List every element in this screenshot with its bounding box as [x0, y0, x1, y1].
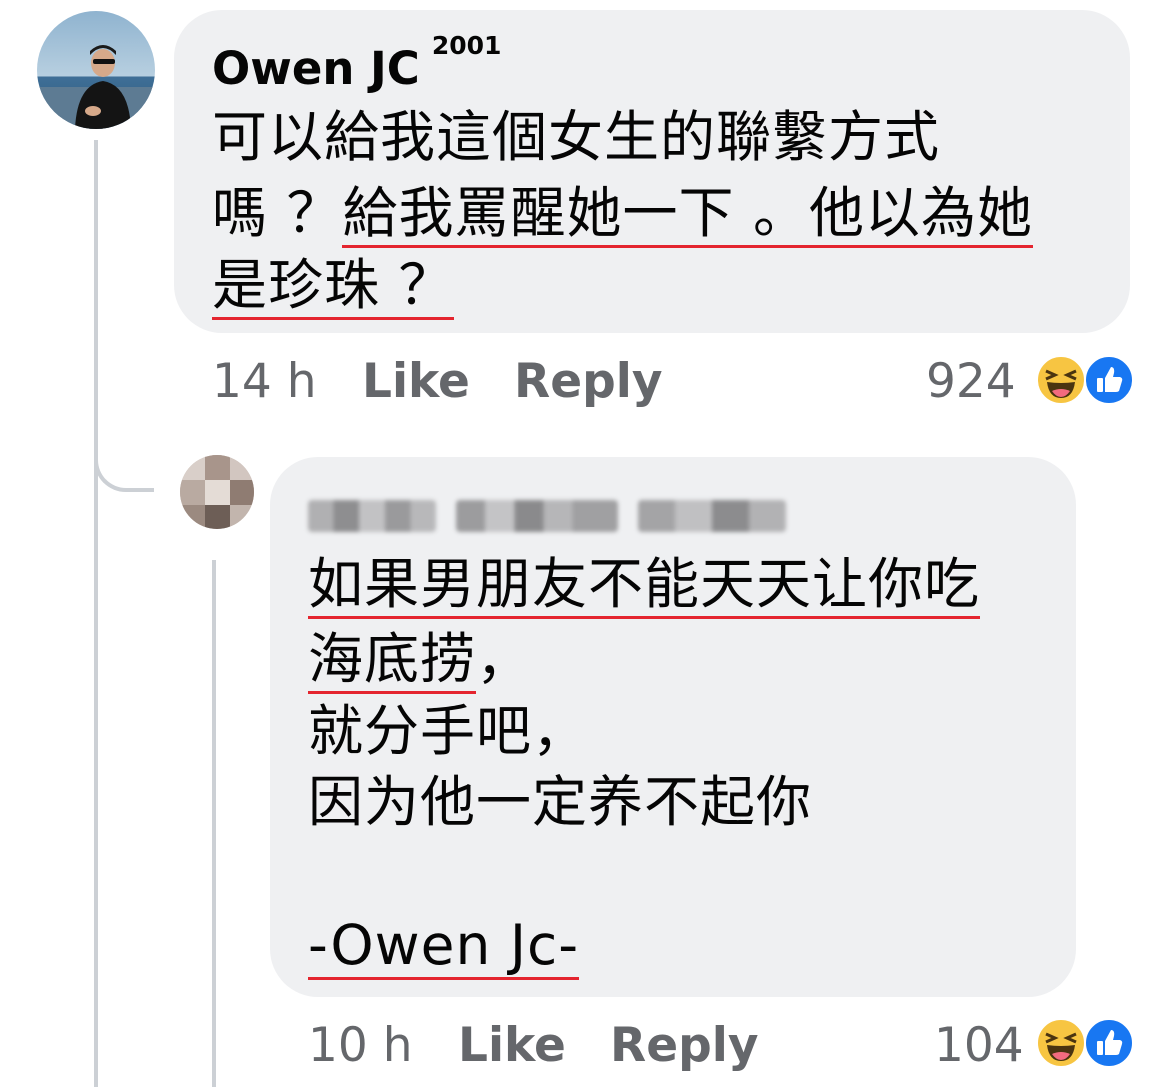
reply-timestamp[interactable]: 10 h: [308, 1022, 413, 1069]
comment-author[interactable]: Owen JC 2001: [212, 33, 501, 91]
avatar-photo: [37, 11, 155, 129]
thread-line-vertical: [94, 140, 98, 1087]
like-icon[interactable]: [1084, 1018, 1134, 1068]
comment-text-line-2: 嗎 ？給我罵醒她一下 。他以為她: [212, 186, 1033, 248]
reply-button[interactable]: Reply: [514, 358, 662, 405]
haha-icon[interactable]: [1036, 355, 1086, 405]
author-badge: 2001: [431, 31, 502, 60]
underlined-text: 是珍珠 ？: [212, 258, 455, 320]
author-name[interactable]: Owen JC: [212, 42, 420, 95]
thread-line-curve: [94, 440, 154, 492]
underlined-text: -Owen Jc-: [308, 918, 580, 980]
avatar[interactable]: [37, 11, 155, 129]
underlined-text: 給我罵醒她一下 。他以為她: [342, 186, 1033, 248]
reply-text-line-2: 海底捞，: [308, 632, 532, 694]
like-icon[interactable]: [1084, 355, 1134, 405]
reply-reaction-count[interactable]: 104: [934, 1022, 1024, 1069]
comment-text-line-1: 可以給我這個女生的聯繫方式: [212, 105, 941, 169]
reaction-count[interactable]: 924: [926, 358, 1016, 405]
reply-signature: -Owen Jc-: [308, 918, 580, 980]
reply-text-line-1: 如果男朋友不能天天让你吃: [308, 557, 981, 619]
comment-timestamp[interactable]: 14 h: [212, 358, 317, 405]
reply-like-button[interactable]: Like: [458, 1022, 566, 1069]
underlined-text: 海底捞: [308, 632, 477, 694]
reply-reply-button[interactable]: Reply: [610, 1022, 758, 1069]
reply-thread-line: [212, 560, 216, 1087]
blurred-avatar-photo: [180, 455, 254, 529]
reply-author-blurred[interactable]: [308, 496, 786, 536]
haha-icon[interactable]: [1036, 1018, 1086, 1068]
comment-text-line-3: 是珍珠 ？: [212, 258, 455, 320]
like-button[interactable]: Like: [362, 358, 470, 405]
reply-text-line-3: 就分手吧，: [308, 699, 589, 763]
underlined-text: 如果男朋友不能天天让你吃: [308, 557, 981, 619]
reply-avatar[interactable]: [180, 455, 254, 529]
reply-text-line-4: 因为他一定养不起你: [308, 770, 813, 834]
